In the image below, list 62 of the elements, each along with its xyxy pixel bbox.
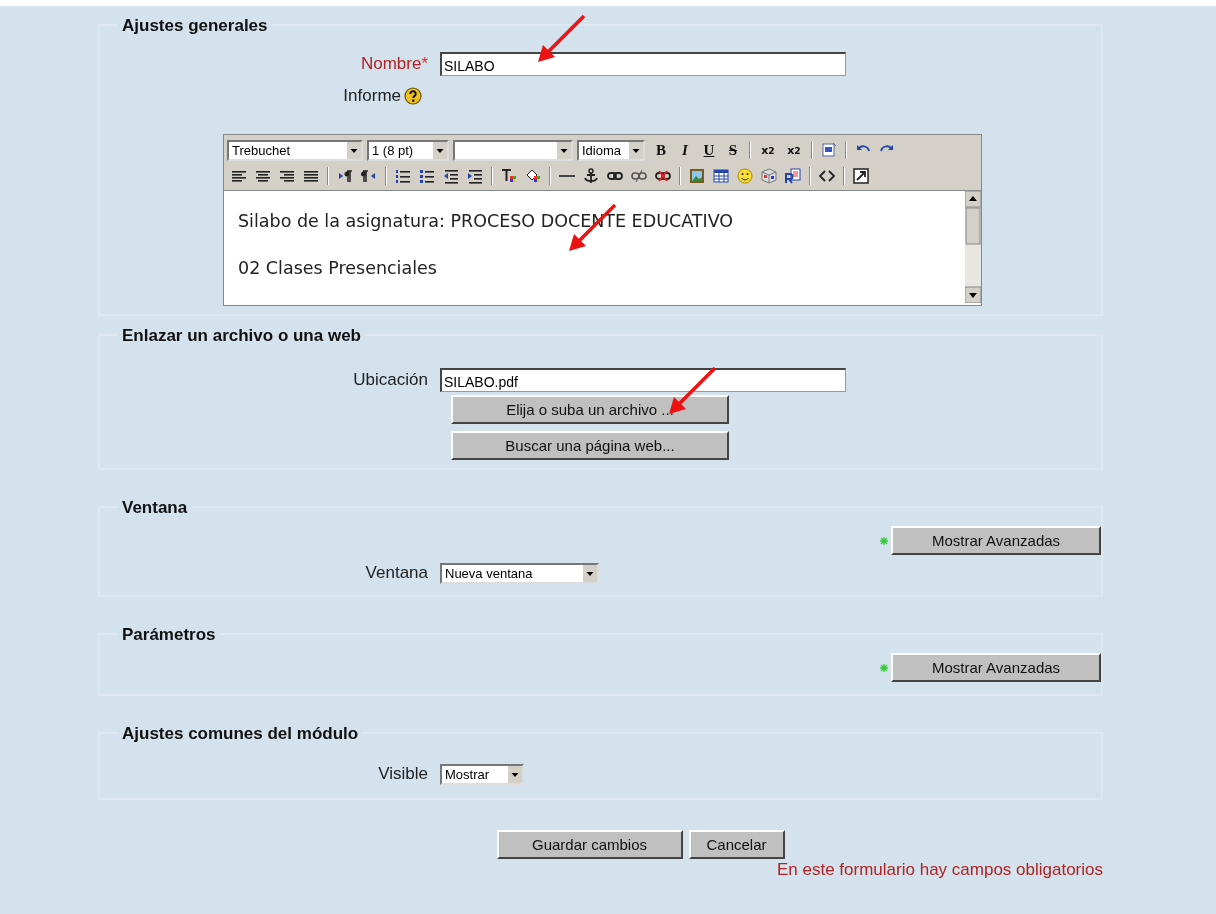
paragraph-left-icon	[361, 168, 377, 184]
indent-icon	[467, 168, 483, 184]
toolbar-dropdown[interactable]: Trebuchet	[227, 139, 363, 161]
toolbar-dropdown[interactable]: Idioma	[577, 139, 645, 161]
justify-icon	[303, 168, 319, 184]
form-button[interactable]: Buscar una página web...	[451, 431, 729, 460]
dropdown-arrow-icon	[556, 141, 571, 159]
toolbar-button[interactable]: S	[722, 139, 744, 161]
show-advanced-button[interactable]: Mostrar Avanzadas	[891, 526, 1101, 555]
help-icon	[404, 87, 422, 105]
toolbar-dropdown[interactable]: 1 (8 pt)	[367, 139, 449, 161]
document-icon	[785, 168, 801, 184]
anchor-icon	[583, 168, 599, 184]
field-label: Informe	[343, 86, 401, 106]
dropdown[interactable]: Mostrar	[440, 763, 524, 785]
toolbar-button[interactable]	[850, 165, 872, 187]
paragraph-right-icon	[337, 168, 353, 184]
field-label: Nombre	[360, 54, 422, 74]
form-button[interactable]: Guardar cambios	[496, 830, 683, 859]
dropdown-arrow-icon	[582, 564, 597, 582]
dropdown-arrow-icon	[432, 141, 447, 159]
paste-word-icon	[821, 142, 837, 158]
smiley-icon	[737, 168, 753, 184]
paint-bucket-icon	[525, 168, 541, 184]
toolbar-button[interactable]: I	[674, 139, 696, 161]
required-fields-note: En este formulario hay campos obligatorios	[776, 860, 1103, 880]
toolbar-button[interactable]: U	[698, 139, 720, 161]
numbered-list-icon	[395, 168, 411, 184]
code-icon	[819, 168, 835, 184]
unlink-icon	[631, 168, 647, 184]
table-icon	[713, 168, 729, 184]
toolbar-dropdown[interactable]	[453, 139, 573, 161]
cube-icon	[761, 168, 777, 184]
horizontal-rule-icon	[559, 175, 575, 177]
required-mark: *	[421, 54, 428, 74]
field-label: Visible	[378, 764, 428, 784]
text-field[interactable]: SILABO	[440, 52, 846, 76]
align-center-icon	[255, 168, 271, 184]
bullet-list-icon	[419, 168, 435, 184]
align-right-icon	[279, 168, 295, 184]
align-left-icon	[231, 168, 247, 184]
fullscreen-icon	[853, 168, 869, 184]
form-button[interactable]: Cancelar	[688, 830, 785, 859]
asterisk-icon	[880, 536, 888, 545]
dropdown-arrow-icon	[346, 141, 361, 159]
outdent-icon	[443, 168, 459, 184]
paragraph: 02 Clases Presenciales	[238, 258, 438, 278]
toolbar-button[interactable]: B	[650, 139, 672, 161]
text-color-icon	[501, 168, 517, 184]
field-label: Ubicación	[353, 370, 428, 390]
section-heading: Ajustes generales	[118, 16, 272, 36]
dropdown-arrow-icon	[628, 141, 643, 159]
field-label: Ventana	[365, 563, 428, 583]
dropdown-arrow-icon	[507, 765, 522, 783]
form-button[interactable]: Elija o suba un archivo ...	[451, 395, 729, 424]
text-field[interactable]: SILABO.pdf	[440, 368, 846, 392]
dropdown[interactable]: Nueva ventana	[440, 562, 599, 584]
image-icon	[689, 168, 705, 184]
show-advanced-button[interactable]: Mostrar Avanzadas	[891, 653, 1101, 682]
section-heading: Ajustes comunes del módulo	[118, 724, 363, 744]
asterisk-icon	[880, 663, 888, 672]
broken-link-icon	[655, 168, 671, 184]
